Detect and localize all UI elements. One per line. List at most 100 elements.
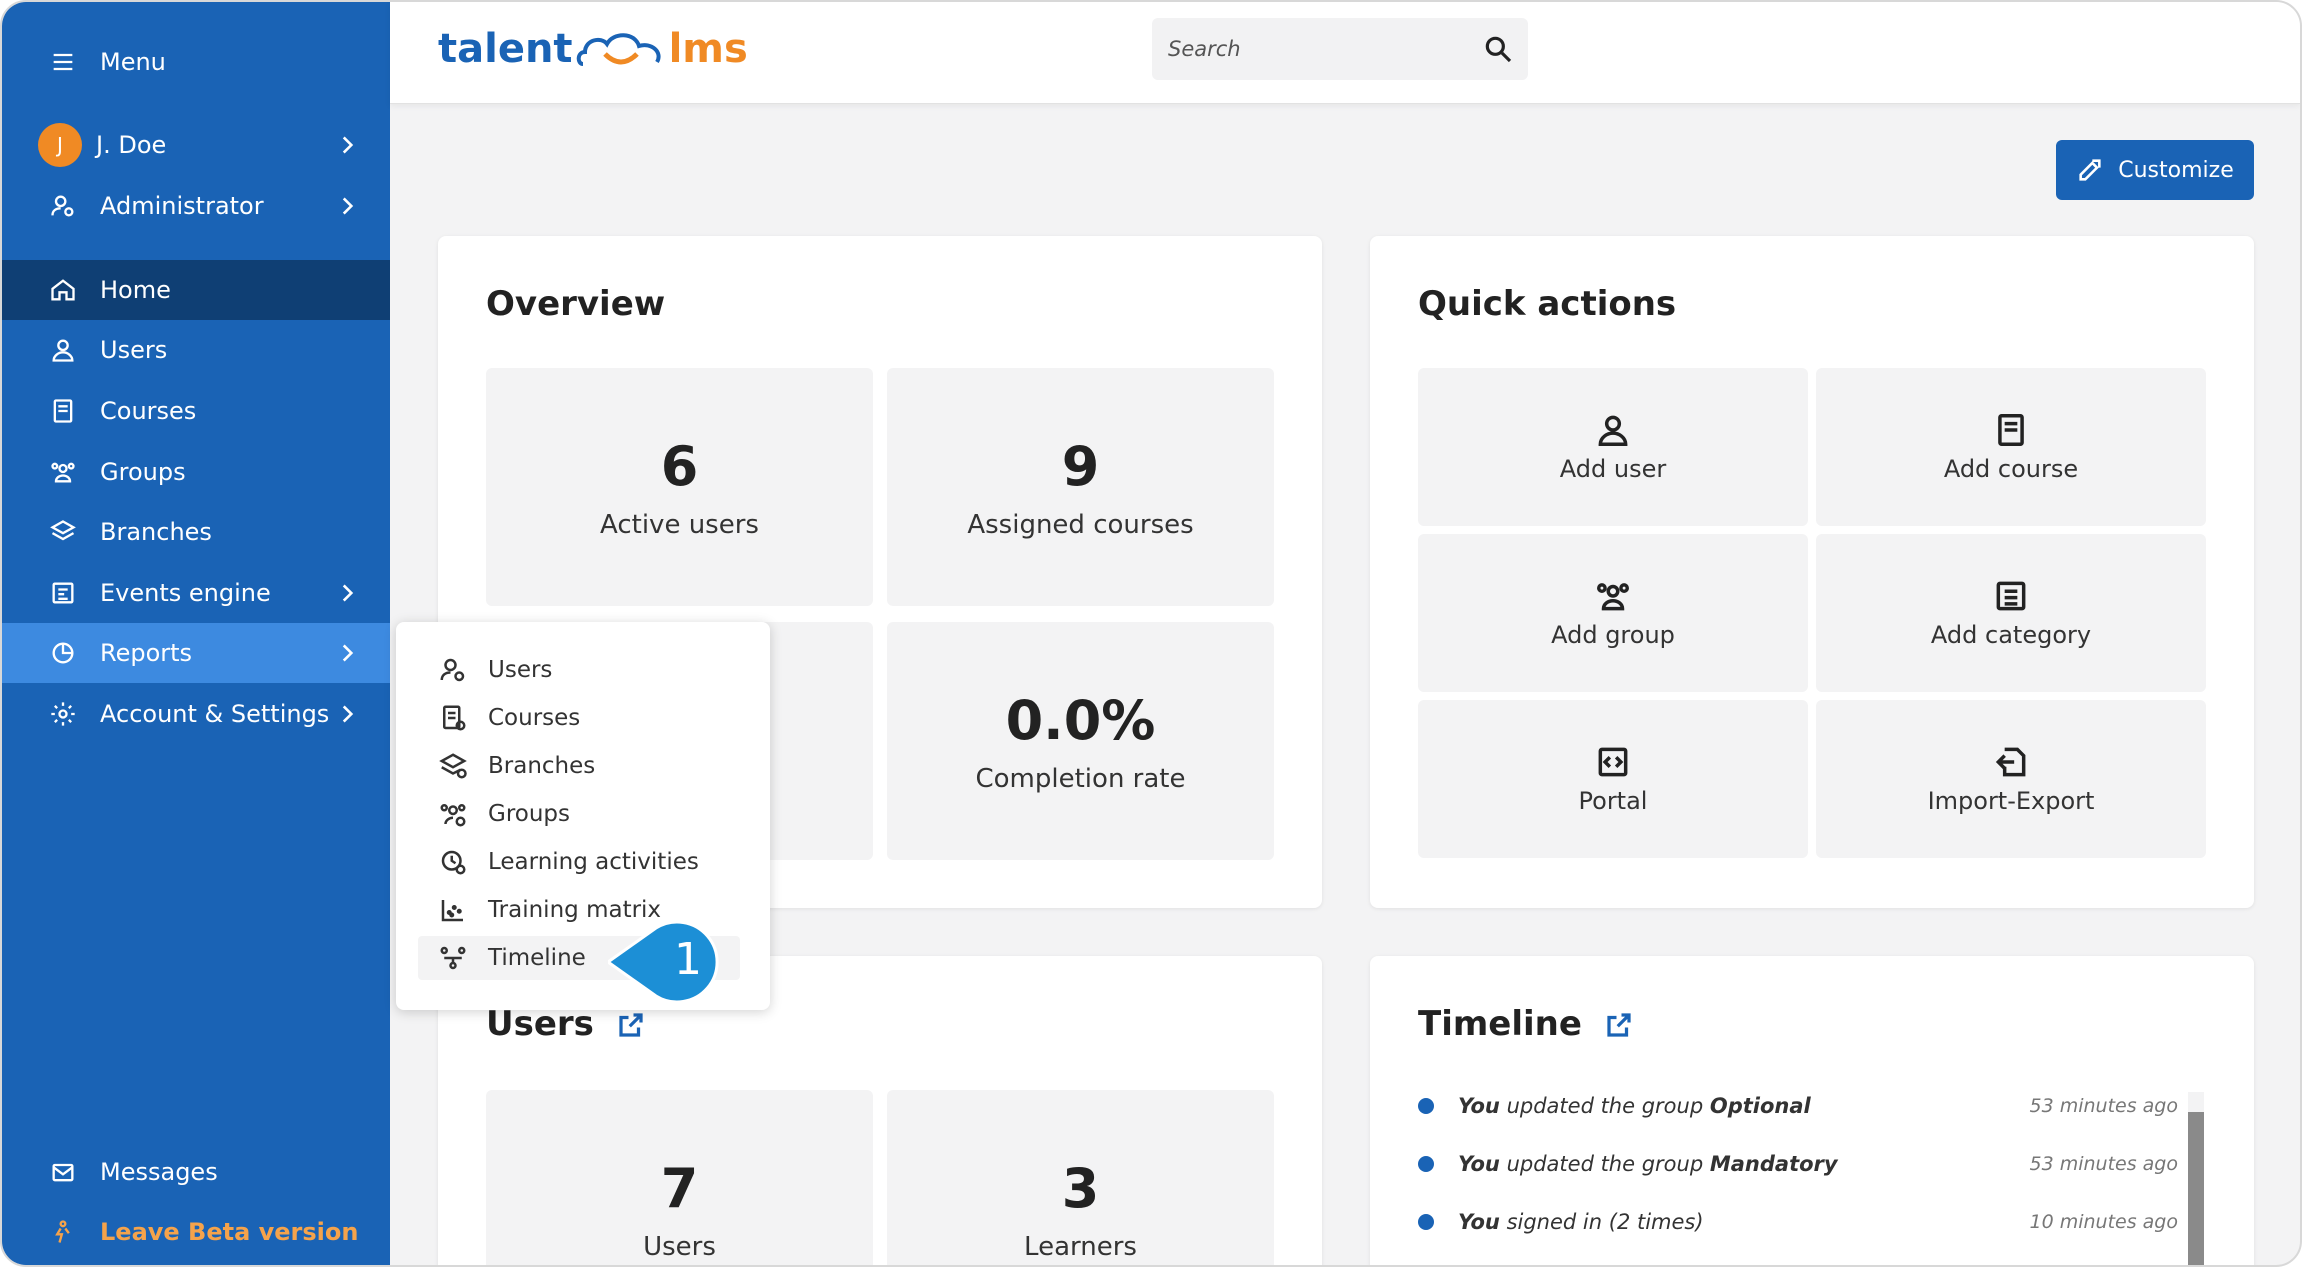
branch-report-icon	[438, 751, 468, 781]
list-icon	[1992, 577, 2030, 615]
sidebar-item-label: Courses	[100, 397, 197, 425]
stat-tile-active-users[interactable]: 6 Active users	[486, 368, 873, 606]
timeline-time: 10 minutes ago	[2029, 1211, 2179, 1233]
timeline-card: Timeline You updated the group Optional …	[1370, 956, 2254, 1265]
sidebar-item-account-settings[interactable]: Account & Settings	[2, 684, 390, 744]
user-icon	[48, 335, 78, 365]
timeline-text: You signed in (2 times)	[1458, 1210, 1998, 1234]
cloud-smile-icon	[576, 33, 661, 66]
group-icon	[1594, 577, 1632, 615]
timeline-dot	[1418, 1098, 1434, 1114]
reports-menu-learning-activities[interactable]: Learning activities	[418, 840, 740, 884]
app-window: Menu J J. Doe Administrator Home Users C…	[0, 0, 2302, 1267]
sidebar-item-label: Reports	[100, 639, 193, 667]
quick-action-label: Import-Export	[1927, 787, 2095, 815]
stat-value: 9	[1061, 434, 1100, 498]
customize-button[interactable]: Customize	[2056, 140, 2254, 200]
sidebar-item-events-engine[interactable]: Events engine	[2, 563, 390, 623]
add-category-button[interactable]: Add category	[1816, 534, 2206, 692]
reports-menu-label: Learning activities	[488, 849, 699, 875]
timeline-actor: You	[1458, 1152, 1500, 1176]
sidebar-item-groups[interactable]: Groups	[2, 442, 390, 502]
stat-tile-learners[interactable]: 3 Learners	[887, 1090, 1274, 1265]
timeline-object: Optional	[1709, 1094, 1811, 1118]
timeline-actor: You	[1458, 1094, 1500, 1118]
search-input[interactable]: Search	[1152, 18, 1528, 80]
logo-text-right: lms	[668, 26, 748, 72]
sidebar-item-messages[interactable]: Messages	[2, 1142, 390, 1202]
events-icon	[48, 578, 78, 608]
reports-menu-users[interactable]: Users	[418, 648, 740, 692]
reports-menu-groups[interactable]: Groups	[418, 792, 740, 836]
users-card-title: Users	[486, 1004, 646, 1044]
home-icon	[48, 275, 78, 305]
talentlms-logo[interactable]: talent lms	[438, 24, 748, 74]
timeline-dot	[1418, 1214, 1434, 1230]
add-group-button[interactable]: Add group	[1418, 534, 1808, 692]
brain-report-icon	[438, 847, 468, 877]
layers-icon	[48, 517, 78, 547]
book-icon	[48, 396, 78, 426]
timeline-entry: You updated the group Optional 53 minute…	[1418, 1086, 2178, 1126]
reports-menu-branches[interactable]: Branches	[418, 744, 740, 788]
stat-tile-assigned-courses[interactable]: 9 Assigned courses	[887, 368, 1274, 606]
user-gear-icon	[48, 191, 78, 221]
exit-icon	[48, 1217, 78, 1247]
edit-icon	[2079, 159, 2101, 181]
chevron-right-icon	[334, 132, 360, 158]
reports-menu-label: Users	[488, 657, 553, 683]
sidebar-item-reports[interactable]: Reports	[2, 623, 390, 683]
timeline-text: You updated the group Optional	[1458, 1094, 1998, 1118]
search-icon[interactable]	[1482, 33, 1514, 65]
sidebar-item-users[interactable]: Users	[2, 320, 390, 380]
reports-menu-label: Branches	[488, 753, 596, 779]
user-report-icon	[438, 655, 468, 685]
quick-actions-title: Quick actions	[1418, 284, 1677, 324]
add-user-button[interactable]: Add user	[1418, 368, 1808, 526]
user-profile[interactable]: J J. Doe	[2, 115, 390, 175]
role-label: Administrator	[100, 192, 264, 220]
stat-tile-completion-rate[interactable]: 0.0% Completion rate	[887, 622, 1274, 860]
sidebar-item-label: Home	[100, 276, 171, 304]
stat-tile-users[interactable]: 7 Users	[486, 1090, 873, 1265]
add-course-button[interactable]: Add course	[1816, 368, 2206, 526]
portal-button[interactable]: Portal	[1418, 700, 1808, 858]
external-link-icon[interactable]	[616, 1009, 646, 1039]
stat-value: 0.0%	[1005, 688, 1156, 752]
import-export-button[interactable]: Import-Export	[1816, 700, 2206, 858]
user-name: J. Doe	[96, 131, 167, 159]
external-link-icon[interactable]	[1604, 1009, 1634, 1039]
users-title-text: Users	[486, 1004, 594, 1044]
timeline-action: signed in	[1506, 1210, 1603, 1234]
callout-arrow-shape	[605, 920, 719, 1004]
overview-title: Overview	[486, 284, 666, 324]
hamburger-icon	[48, 47, 78, 77]
timeline-title-text: Timeline	[1418, 1004, 1582, 1044]
sidebar-item-label: Users	[100, 336, 168, 364]
timeline-time: 53 minutes ago	[2029, 1153, 2179, 1175]
chevron-right-icon	[334, 701, 360, 727]
sidebar-item-courses[interactable]: Courses	[2, 381, 390, 441]
leave-beta-link[interactable]: Leave Beta version	[2, 1202, 390, 1262]
chevron-right-icon	[334, 580, 360, 606]
sidebar-item-label: Messages	[100, 1158, 218, 1186]
customize-label: Customize	[2118, 157, 2234, 183]
stat-label: Learners	[1024, 1231, 1137, 1262]
reports-menu-label: Groups	[488, 801, 571, 827]
reports-menu-courses[interactable]: Courses	[418, 696, 740, 740]
quick-action-label: Add group	[1551, 621, 1675, 649]
top-header: talent lms Search	[390, 2, 2300, 104]
sidebar-item-home[interactable]: Home	[2, 260, 390, 320]
import-icon	[1992, 743, 2030, 781]
quick-action-label: Add user	[1559, 455, 1667, 483]
course-report-icon	[438, 703, 468, 733]
role-switcher[interactable]: Administrator	[2, 176, 390, 236]
timeline-scrollbar[interactable]	[2188, 1092, 2204, 1265]
chevron-right-icon	[334, 193, 360, 219]
menu-toggle[interactable]: Menu	[2, 32, 390, 92]
code-icon	[1594, 743, 1632, 781]
scroll-up-arrow[interactable]	[2188, 1092, 2204, 1112]
chevron-right-icon	[334, 640, 360, 666]
sidebar-item-branches[interactable]: Branches	[2, 502, 390, 562]
timeline-object: Mandatory	[1709, 1152, 1838, 1176]
